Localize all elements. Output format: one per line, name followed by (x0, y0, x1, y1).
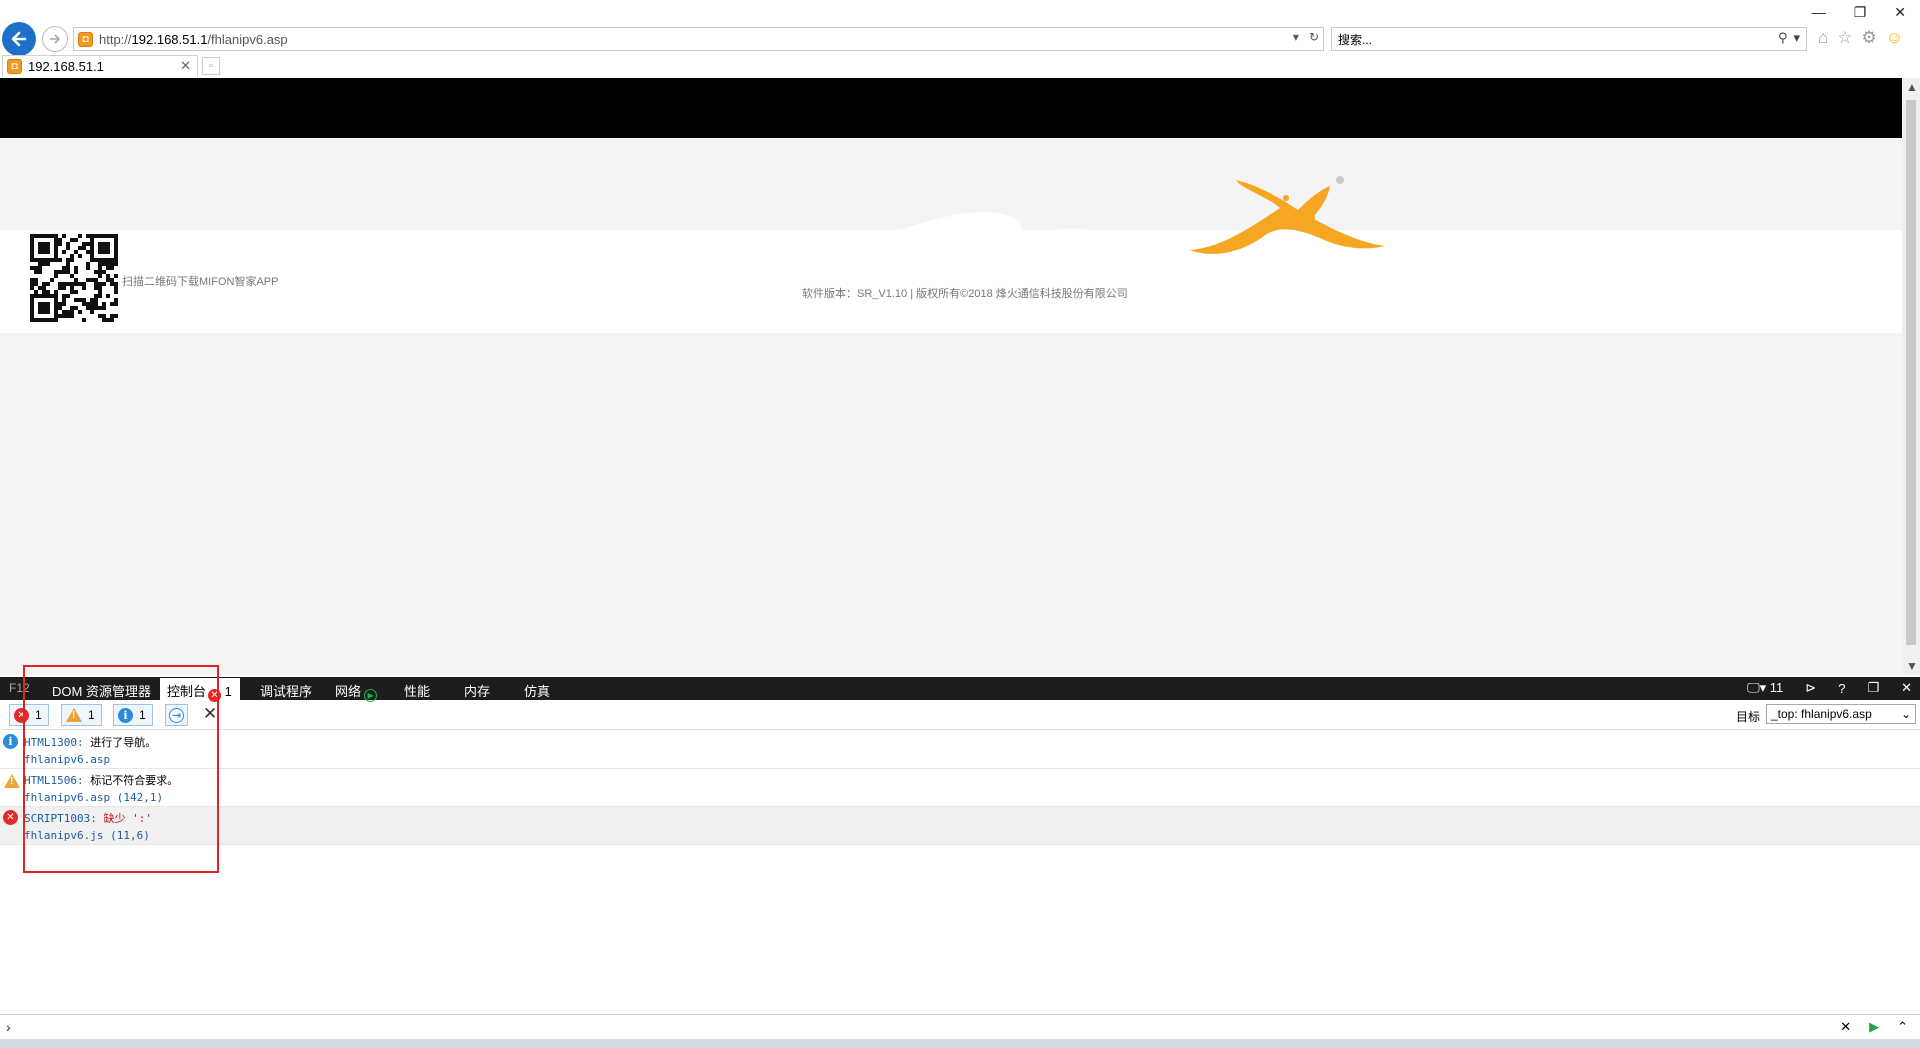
filter-info-button[interactable]: i 1 (113, 704, 153, 726)
clear-console-icon[interactable]: ✕ (203, 704, 217, 724)
clear-input-icon[interactable]: ✕ (1840, 1019, 1851, 1035)
prompt-chevron-icon: › (6, 1018, 11, 1035)
window-controls: — ❐ ✕ (1812, 4, 1906, 21)
devtools-right-controls: 🖵▾ 11 ⊳ ? ❐ ✕ (1747, 680, 1912, 696)
qr-caption: 扫描二维码下载MIFON智家APP (122, 276, 279, 288)
warnings-count: 1 (88, 708, 95, 722)
tab-memory[interactable]: 内存 (464, 681, 490, 700)
info-icon: i (3, 734, 18, 749)
tab-emulation[interactable]: 仿真 (524, 681, 550, 700)
chevron-down-icon: ⌄ (1900, 707, 1911, 721)
restore-icon[interactable]: ❐ (1854, 4, 1867, 21)
tab-console-count: 1 (224, 684, 232, 699)
tab-dom-explorer[interactable]: DOM 资源管理器 (52, 681, 151, 700)
message-text: HTML1506: 标记不符合要求。 (24, 774, 179, 787)
console-toolbar: ✕ 1 ! 1 i 1 ⇥ ✕ 目标 _top: fhlanipv6.asp ⌄ (0, 700, 1920, 730)
clear-on-navigate-button[interactable]: ⇥ (165, 704, 188, 726)
tab-favicon-icon: ◘ (7, 59, 22, 74)
taskbar (0, 1039, 1920, 1048)
undock-icon[interactable]: ❐ (1867, 680, 1879, 696)
warning-icon: ! (4, 774, 20, 788)
search-input[interactable]: 搜索... ⚲ ▾ (1331, 27, 1807, 51)
target-value: _top: fhlanipv6.asp (1771, 707, 1872, 721)
address-bar[interactable]: ◘ http://192.168.51.1/fhlanipv6.asp ▾ ↻ (73, 27, 1324, 51)
tab-console[interactable]: 控制台 ✕ 1 (160, 678, 240, 702)
console-message[interactable]: ! HTML1506: 标记不符合要求。 fhlanipv6.asp (142,… (0, 769, 1920, 807)
target-label: 目标 (1736, 710, 1761, 724)
message-source-link[interactable]: fhlanipv6.asp (24, 753, 110, 766)
site-favicon-icon: ◘ (78, 31, 93, 47)
filter-errors-button[interactable]: ✕ 1 (9, 704, 49, 726)
close-devtools-icon[interactable]: ✕ (1901, 680, 1912, 696)
feedback-smiley-icon[interactable]: ☺ (1886, 28, 1903, 48)
warning-icon: ! (66, 708, 82, 722)
message-text: HTML1300: 进行了导航。 (24, 736, 157, 749)
search-icon[interactable]: ⚲ (1778, 30, 1788, 46)
search-dropdown-icon[interactable]: ▾ (1793, 30, 1800, 46)
monitor-icon: 🖵▾ (1747, 680, 1767, 695)
console-message[interactable]: i HTML1300: 进行了导航。 fhlanipv6.asp (0, 731, 1920, 769)
tab-console-label: 控制台 (167, 684, 207, 699)
errors-count: 1 (35, 708, 42, 722)
tab-debugger[interactable]: 调试程序 (260, 681, 312, 700)
run-icon[interactable]: ▶ (1869, 1019, 1879, 1035)
toolbar-icons: ⌂ ☆ ⚙ ☺ (1818, 28, 1903, 48)
favorites-star-icon[interactable]: ☆ (1837, 28, 1852, 48)
tab-network-label: 网络 (335, 684, 362, 699)
back-button[interactable] (2, 22, 36, 56)
minimize-icon[interactable]: — (1812, 4, 1826, 21)
browser-tab[interactable]: ◘ 192.168.51.1 ✕ (2, 55, 198, 77)
error-icon: ✕ (14, 707, 29, 723)
web-page: 扫描二维码下载MIFON智家APP 软件版本：SR_V1.10 | 版权所有©2… (0, 78, 1902, 675)
new-tab-button[interactable]: ▫ (202, 57, 220, 75)
filter-warnings-button[interactable]: ! 1 (61, 704, 102, 726)
message-source-link[interactable]: fhlanipv6.js (11,6) (24, 829, 150, 842)
search-placeholder: 搜索... (1338, 32, 1373, 47)
home-icon[interactable]: ⌂ (1818, 28, 1828, 48)
console-input[interactable]: › ✕ ▶ ⌃ (0, 1014, 1920, 1038)
help-icon[interactable]: ? (1838, 681, 1845, 696)
f12-label: F12 (9, 681, 30, 695)
tab-network[interactable]: 网络 ▶ (335, 681, 378, 702)
scroll-up-icon[interactable]: ▲ (1906, 80, 1918, 94)
forward-button[interactable] (42, 26, 68, 52)
devtools-tabbar: F12 DOM 资源管理器 控制台 ✕ 1 调试程序 网络 ▶ 性能 内存 仿真 🖵… (0, 677, 1920, 702)
devtools-panel: F12 DOM 资源管理器 控制台 ✕ 1 调试程序 网络 ▶ 性能 内存 仿真 🖵… (0, 677, 1920, 1048)
mifon-logo (1190, 176, 1385, 254)
address-url: http://192.168.51.1/fhlanipv6.asp (99, 31, 288, 47)
info-icon: i (118, 707, 133, 723)
settings-gear-icon[interactable]: ⚙ (1862, 28, 1877, 48)
message-source-link[interactable]: fhlanipv6.asp (142,1) (24, 791, 163, 804)
error-icon: ✕ (3, 810, 18, 825)
document-mode-value: 11 (1769, 680, 1784, 695)
browser-chrome: — ❐ ✕ ◘ http://192.168.51.1/fhlanipv6.as… (0, 0, 1920, 78)
document-mode-selector[interactable]: 🖵▾ 11 (1747, 680, 1783, 696)
refresh-icon[interactable]: ↻ (1309, 30, 1319, 44)
console-output: i HTML1300: 进行了导航。 fhlanipv6.asp ! HTML1… (0, 731, 1920, 845)
arrow-left-icon (11, 31, 27, 47)
qr-code[interactable] (30, 234, 118, 322)
page-scrollbar[interactable]: ▲ ▼ (1902, 78, 1920, 675)
message-text: SCRIPT1003: 缺少 ':' (24, 812, 152, 825)
address-dropdown-icon[interactable]: ▾ (1293, 30, 1299, 44)
scroll-thumb[interactable] (1906, 100, 1916, 645)
footer-band (0, 230, 1902, 330)
console-toggle-icon[interactable]: ⊳ (1805, 680, 1816, 696)
page-header-band (0, 78, 1902, 138)
target-select[interactable]: _top: fhlanipv6.asp ⌄ (1766, 704, 1916, 724)
arrow-right-icon (50, 34, 61, 44)
navigate-clear-icon: ⇥ (169, 707, 184, 723)
expand-input-icon[interactable]: ⌃ (1897, 1019, 1908, 1035)
info-count: 1 (139, 708, 146, 722)
tab-performance[interactable]: 性能 (404, 681, 430, 700)
tab-title: 192.168.51.1 (28, 59, 104, 74)
close-window-icon[interactable]: ✕ (1894, 4, 1906, 21)
tab-close-icon[interactable]: ✕ (180, 58, 191, 74)
footer-copyright: 软件版本：SR_V1.10 | 版权所有©2018 烽火通信科技股份有限公司 (802, 288, 1128, 300)
console-message[interactable]: ✕ SCRIPT1003: 缺少 ':' fhlanipv6.js (11,6) (0, 807, 1920, 845)
scroll-down-icon[interactable]: ▼ (1906, 659, 1918, 673)
